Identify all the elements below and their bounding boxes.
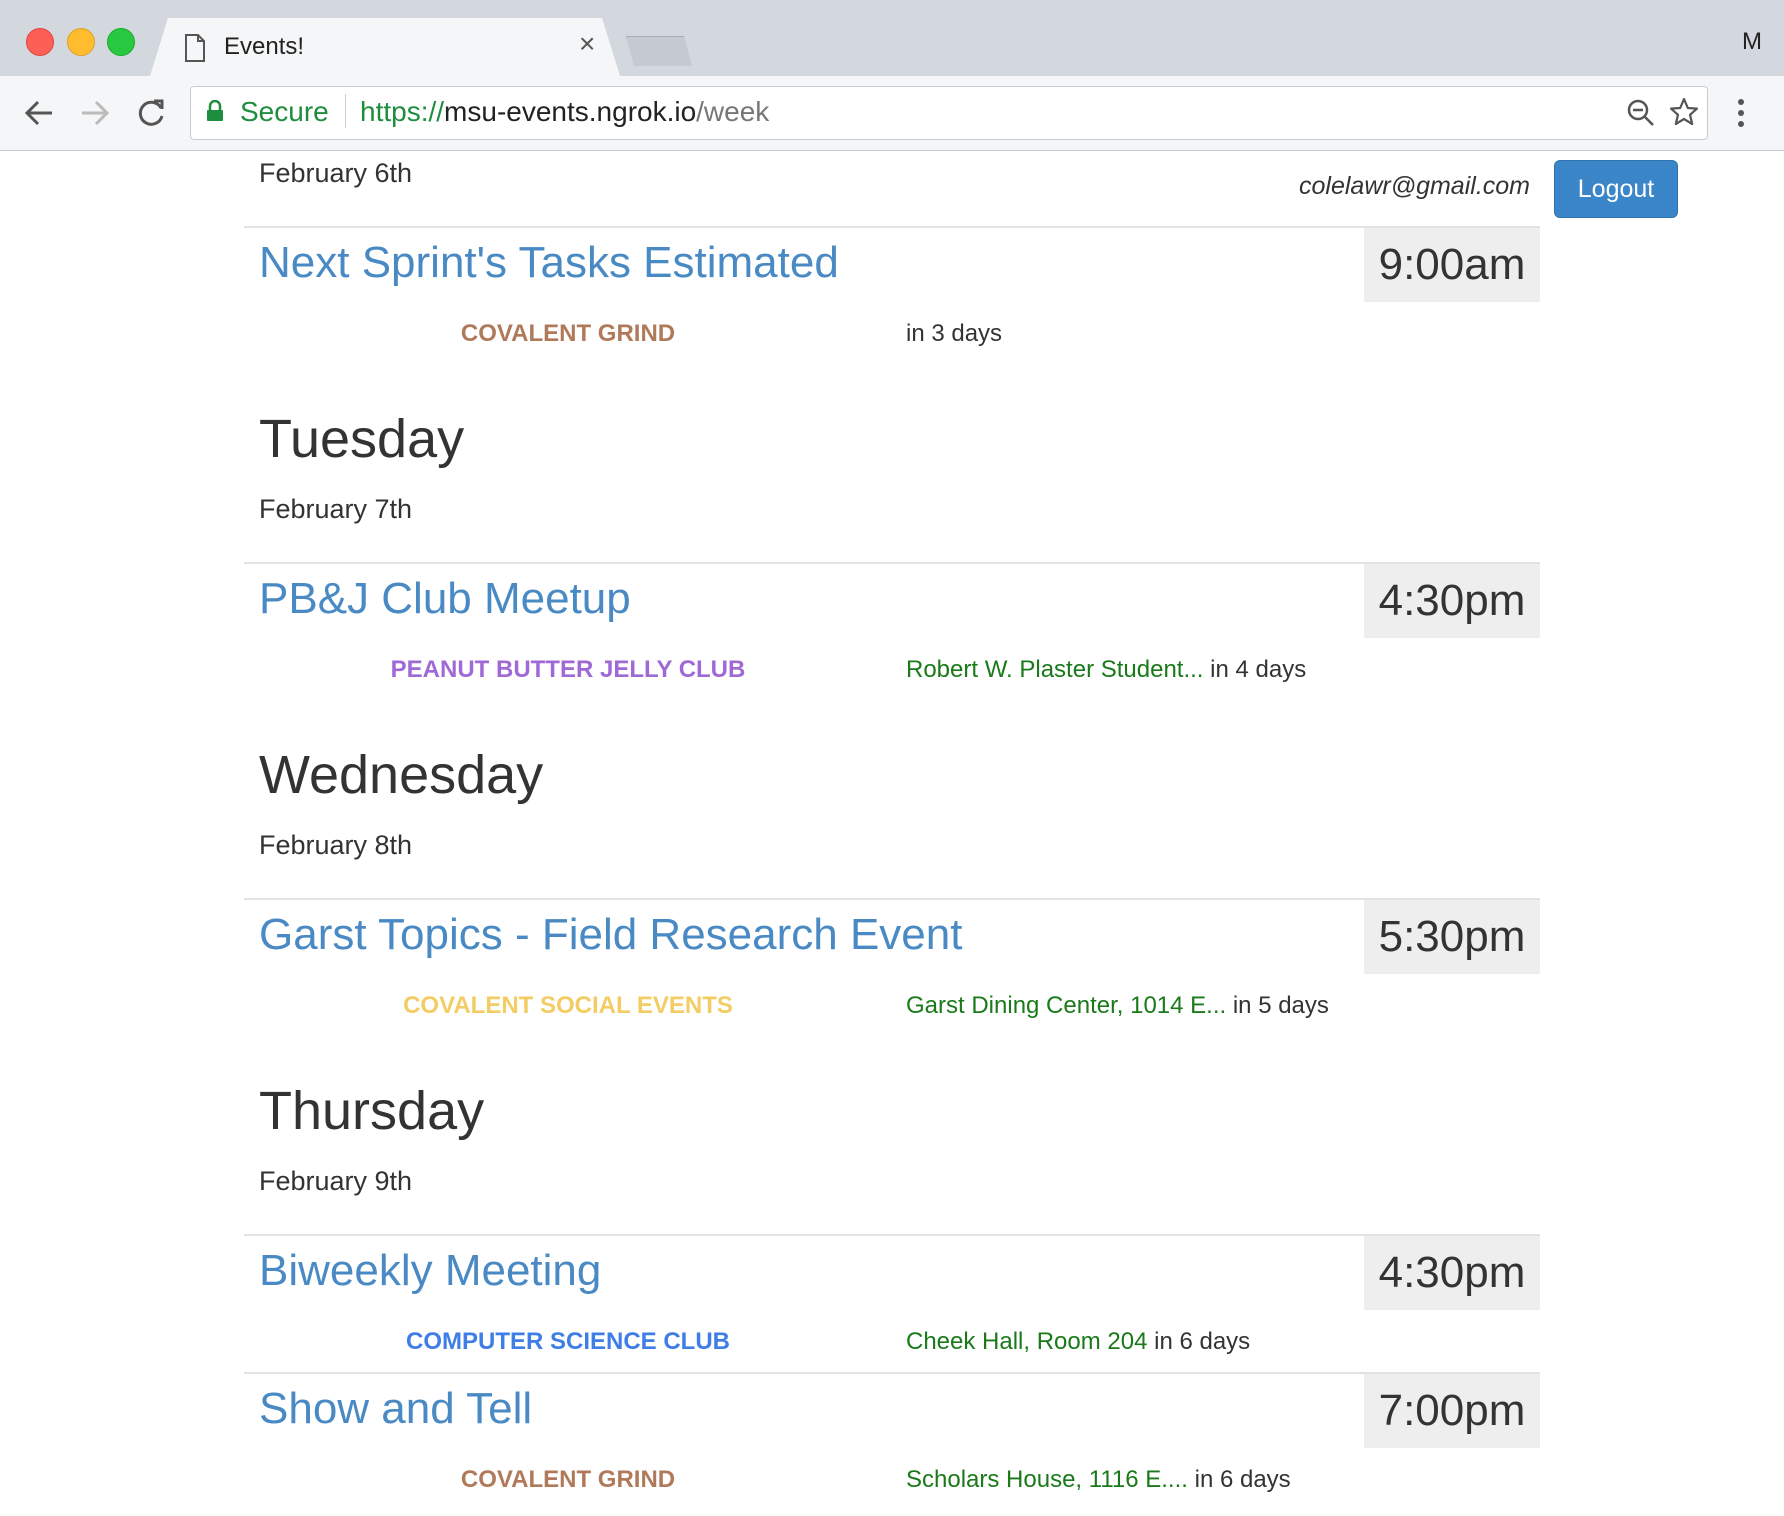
event-location-line: Robert W. Plaster Student... in 4 days xyxy=(906,656,1306,684)
tab-close-icon[interactable]: × xyxy=(579,30,595,58)
day-date: February 6th xyxy=(259,158,413,188)
event-org[interactable]: COVALENT GRIND xyxy=(368,320,768,348)
event-org[interactable]: COMPUTER SCIENCE CLUB xyxy=(368,1328,768,1356)
browser-chrome: Events! × M Secure https://msu-events.ng… xyxy=(0,0,1784,151)
logout-button[interactable]: Logout xyxy=(1554,160,1678,218)
event-relative-time: in 4 days xyxy=(1210,656,1307,683)
event-location[interactable]: Scholars House, 1116 E.... xyxy=(906,1466,1188,1493)
divider xyxy=(244,898,1540,900)
tab-title: Events! xyxy=(224,33,305,60)
event-location-line: in 3 days xyxy=(906,320,1002,348)
event-relative-time: in 5 days xyxy=(1232,992,1329,1019)
day-heading: Thursday xyxy=(259,1081,485,1141)
url-separator xyxy=(345,94,346,128)
tab-events[interactable] xyxy=(150,18,620,76)
event-org[interactable]: PEANUT BUTTER JELLY CLUB xyxy=(368,656,768,684)
user-email: colelawr@gmail.com xyxy=(1299,172,1530,200)
event-org[interactable]: COVALENT GRIND xyxy=(368,1466,768,1494)
day-date: February 8th xyxy=(259,830,413,860)
event-location[interactable]: Robert W. Plaster Student... xyxy=(906,656,1203,683)
event-title[interactable]: Biweekly Meeting xyxy=(259,1246,601,1296)
event-location-line: Garst Dining Center, 1014 E... in 5 days xyxy=(906,992,1329,1020)
new-tab-button[interactable] xyxy=(626,36,692,66)
close-window-button[interactable] xyxy=(26,28,54,56)
divider xyxy=(244,1234,1540,1236)
url-host: msu-events.ngrok.io xyxy=(444,96,697,127)
event-time: 5:30pm xyxy=(1364,900,1540,974)
event-title[interactable]: Show and Tell xyxy=(259,1384,532,1434)
day-date: February 9th xyxy=(259,1166,413,1196)
lock-icon xyxy=(207,100,223,121)
event-title[interactable]: Garst Topics - Field Research Event xyxy=(259,910,962,960)
url-scheme: https:// xyxy=(360,96,445,127)
event-time: 9:00am xyxy=(1364,228,1540,302)
event-relative-time: in 3 days xyxy=(906,320,1003,347)
event-org[interactable]: COVALENT SOCIAL EVENTS xyxy=(368,992,768,1020)
event-relative-time: in 6 days xyxy=(1154,1328,1251,1355)
url-text[interactable]: https://msu-events.ngrok.io/week xyxy=(360,96,769,128)
event-location[interactable]: Garst Dining Center, 1014 E... xyxy=(906,992,1226,1019)
forward-arrow-icon[interactable] xyxy=(78,96,112,130)
maximize-window-button[interactable] xyxy=(107,28,135,56)
minimize-window-button[interactable] xyxy=(67,28,95,56)
event-time: 4:30pm xyxy=(1364,1236,1540,1310)
divider xyxy=(244,226,1540,228)
event-title[interactable]: Next Sprint's Tasks Estimated xyxy=(259,238,839,288)
profile-button[interactable]: M xyxy=(1742,28,1762,56)
day-date: February 7th xyxy=(259,494,413,524)
event-relative-time: in 6 days xyxy=(1194,1466,1291,1493)
more-menu-icon[interactable] xyxy=(1736,98,1746,128)
back-arrow-icon[interactable] xyxy=(22,96,56,130)
event-time: 7:00pm xyxy=(1364,1374,1540,1448)
zoom-out-icon[interactable] xyxy=(1626,98,1656,128)
day-heading: Wednesday xyxy=(259,745,544,805)
divider xyxy=(244,562,1540,564)
event-title[interactable]: PB&J Club Meetup xyxy=(259,574,631,624)
secure-label[interactable]: Secure xyxy=(240,96,329,128)
event-time: 4:30pm xyxy=(1364,564,1540,638)
divider xyxy=(244,1372,1540,1374)
event-location[interactable]: Cheek Hall, Room 204 xyxy=(906,1328,1147,1355)
event-location-line: Scholars House, 1116 E.... in 6 days xyxy=(906,1466,1291,1494)
page-icon xyxy=(185,34,205,62)
event-location-line: Cheek Hall, Room 204 in 6 days xyxy=(906,1328,1250,1356)
day-heading: Tuesday xyxy=(259,409,465,469)
url-path: /week xyxy=(696,96,770,127)
bookmark-star-icon[interactable] xyxy=(1668,96,1700,128)
reload-icon[interactable] xyxy=(134,96,168,130)
page-content: colelawr@gmail.com Logout February 6th N… xyxy=(0,150,1784,1516)
